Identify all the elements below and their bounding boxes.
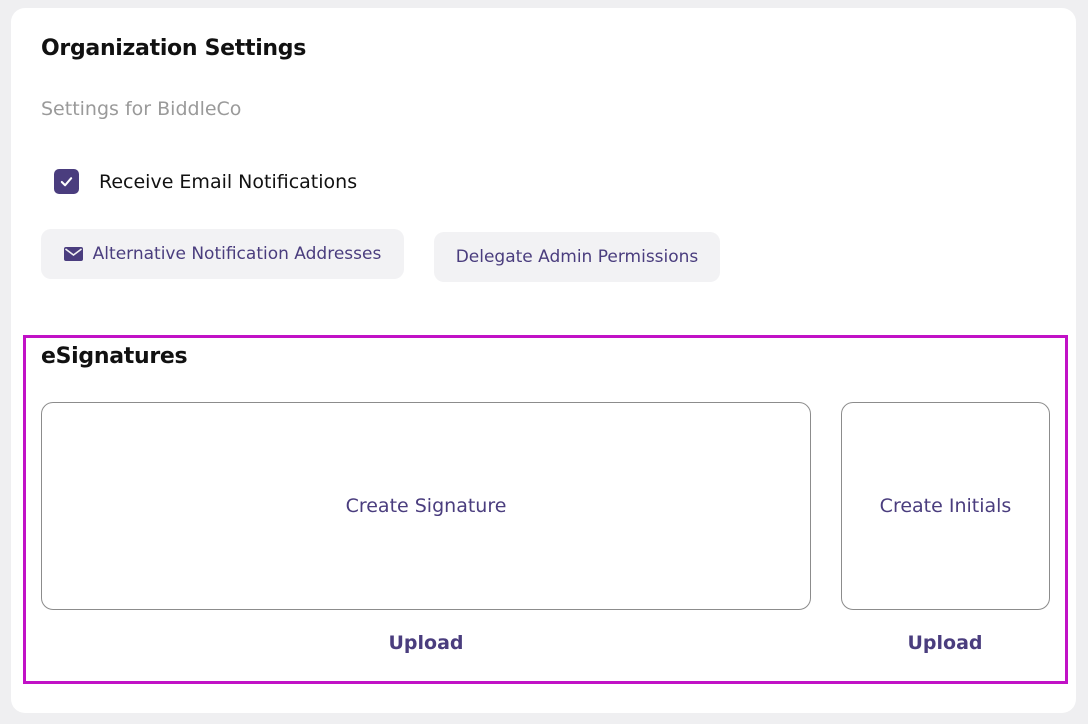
create-signature-label: Create Signature [345, 495, 507, 517]
email-notifications-checkbox[interactable] [54, 169, 79, 194]
org-subtitle: Settings for BiddleCo [41, 98, 242, 120]
check-icon [60, 177, 73, 187]
create-initials-label: Create Initials [879, 495, 1012, 517]
alternative-notification-addresses-button[interactable]: Alternative Notification Addresses [41, 229, 404, 279]
email-notifications-row[interactable]: Receive Email Notifications [54, 169, 357, 194]
upload-initials-link[interactable]: Upload [907, 632, 982, 654]
create-initials-box[interactable]: Create Initials [841, 402, 1050, 610]
alternative-notification-addresses-label: Alternative Notification Addresses [92, 244, 382, 264]
email-notifications-label[interactable]: Receive Email Notifications [99, 171, 357, 193]
envelope-icon [63, 247, 83, 261]
page-title: Organization Settings [41, 36, 307, 61]
delegate-admin-permissions-button[interactable]: Delegate Admin Permissions [434, 232, 720, 282]
create-signature-box[interactable]: Create Signature [41, 402, 811, 610]
esignatures-title: eSignatures [41, 344, 188, 369]
upload-signature-link[interactable]: Upload [388, 632, 463, 654]
delegate-admin-permissions-label: Delegate Admin Permissions [455, 247, 699, 267]
